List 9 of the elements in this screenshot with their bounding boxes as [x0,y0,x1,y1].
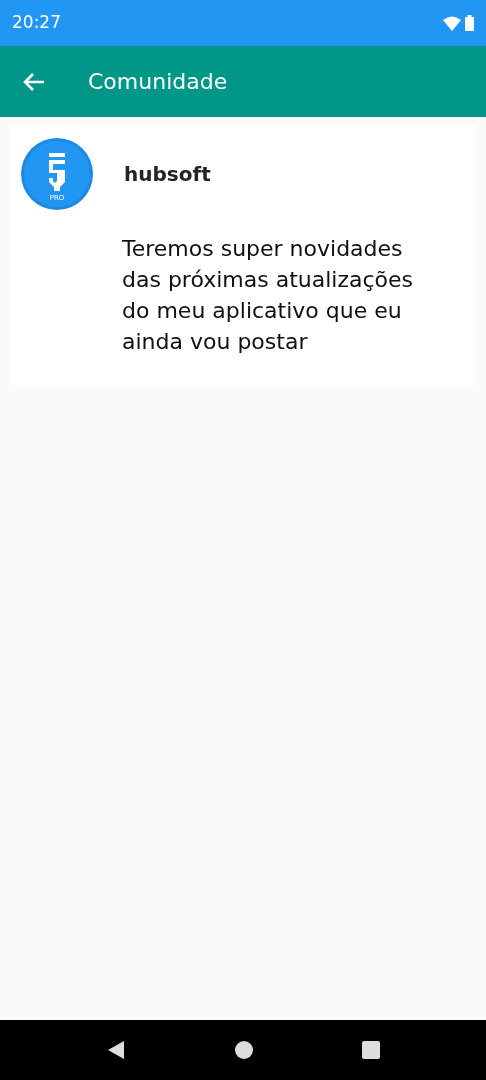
wifi-icon [443,15,461,31]
screen-title: Comunidade [88,68,228,96]
clock-time: 20:27 [12,11,61,35]
home-icon[interactable] [234,1040,254,1060]
battery-icon [465,15,474,31]
post-text: Teremos super novidades das próximas atualizações do meu aplicativo que eu ainda vou postar [122,235,415,356]
author-name: hubsoft [124,161,211,188]
back-arrow-icon[interactable] [22,71,46,92]
back-icon[interactable] [106,1040,126,1060]
